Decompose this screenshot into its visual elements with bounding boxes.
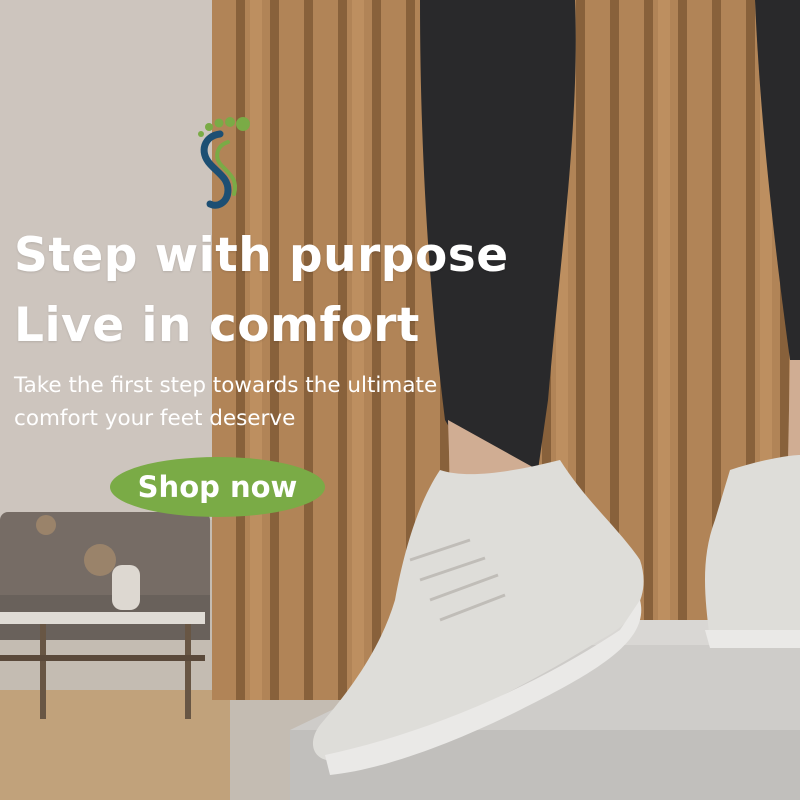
headline-line-1: Step with purpose bbox=[14, 228, 509, 283]
subtext: Take the first step towards the ultimate… bbox=[14, 369, 534, 435]
hero-banner: Step with purpose Live in comfort Take t… bbox=[0, 0, 800, 800]
subtext-line-1: Take the first step towards the ultimate bbox=[14, 373, 438, 398]
footprint-s-logo-icon bbox=[198, 117, 250, 209]
headline-line-2: Live in comfort bbox=[14, 298, 420, 353]
subtext-line-2: comfort your feet deserve bbox=[14, 406, 296, 431]
shop-now-button[interactable]: Shop now bbox=[110, 457, 325, 517]
